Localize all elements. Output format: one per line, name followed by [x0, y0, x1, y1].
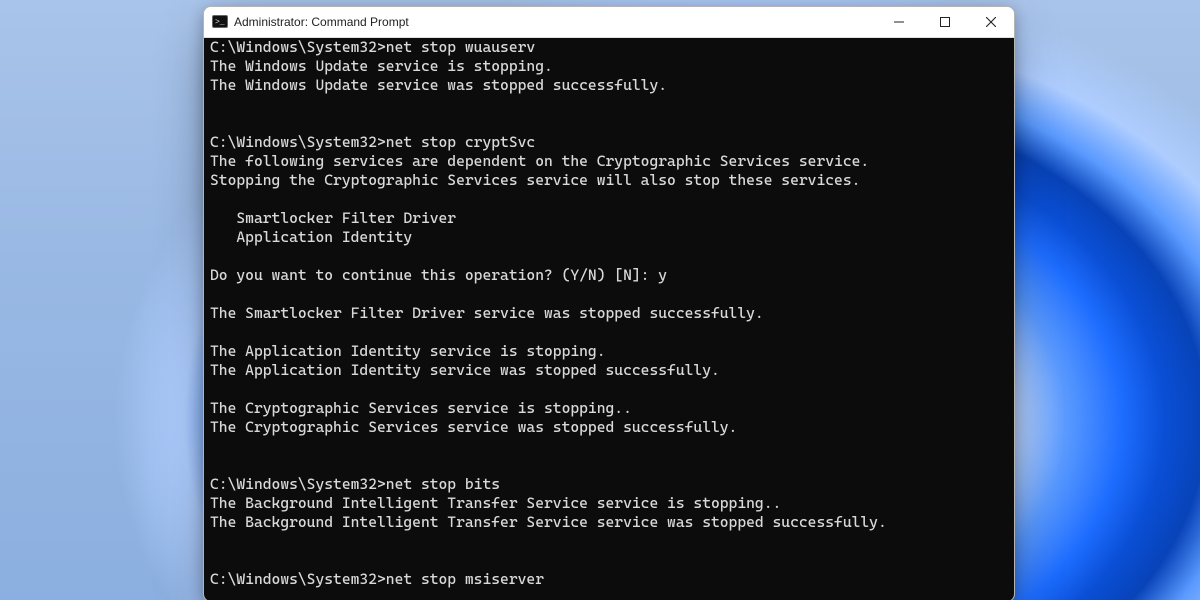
close-icon [986, 17, 996, 27]
maximize-button[interactable] [922, 7, 968, 37]
window-title: Administrator: Command Prompt [234, 15, 409, 29]
close-button[interactable] [968, 7, 1014, 37]
terminal-output[interactable]: C:\Windows\System32>net stop wuauserv Th… [204, 38, 1014, 600]
command-prompt-window: >_ Administrator: Command Prompt [203, 6, 1015, 600]
maximize-icon [940, 17, 950, 27]
titlebar[interactable]: >_ Administrator: Command Prompt [204, 7, 1014, 38]
svg-text:>_: >_ [215, 18, 225, 27]
minimize-icon [894, 17, 904, 27]
command-prompt-icon: >_ [212, 14, 228, 30]
desktop-background: >_ Administrator: Command Prompt [0, 0, 1200, 600]
minimize-button[interactable] [876, 7, 922, 37]
